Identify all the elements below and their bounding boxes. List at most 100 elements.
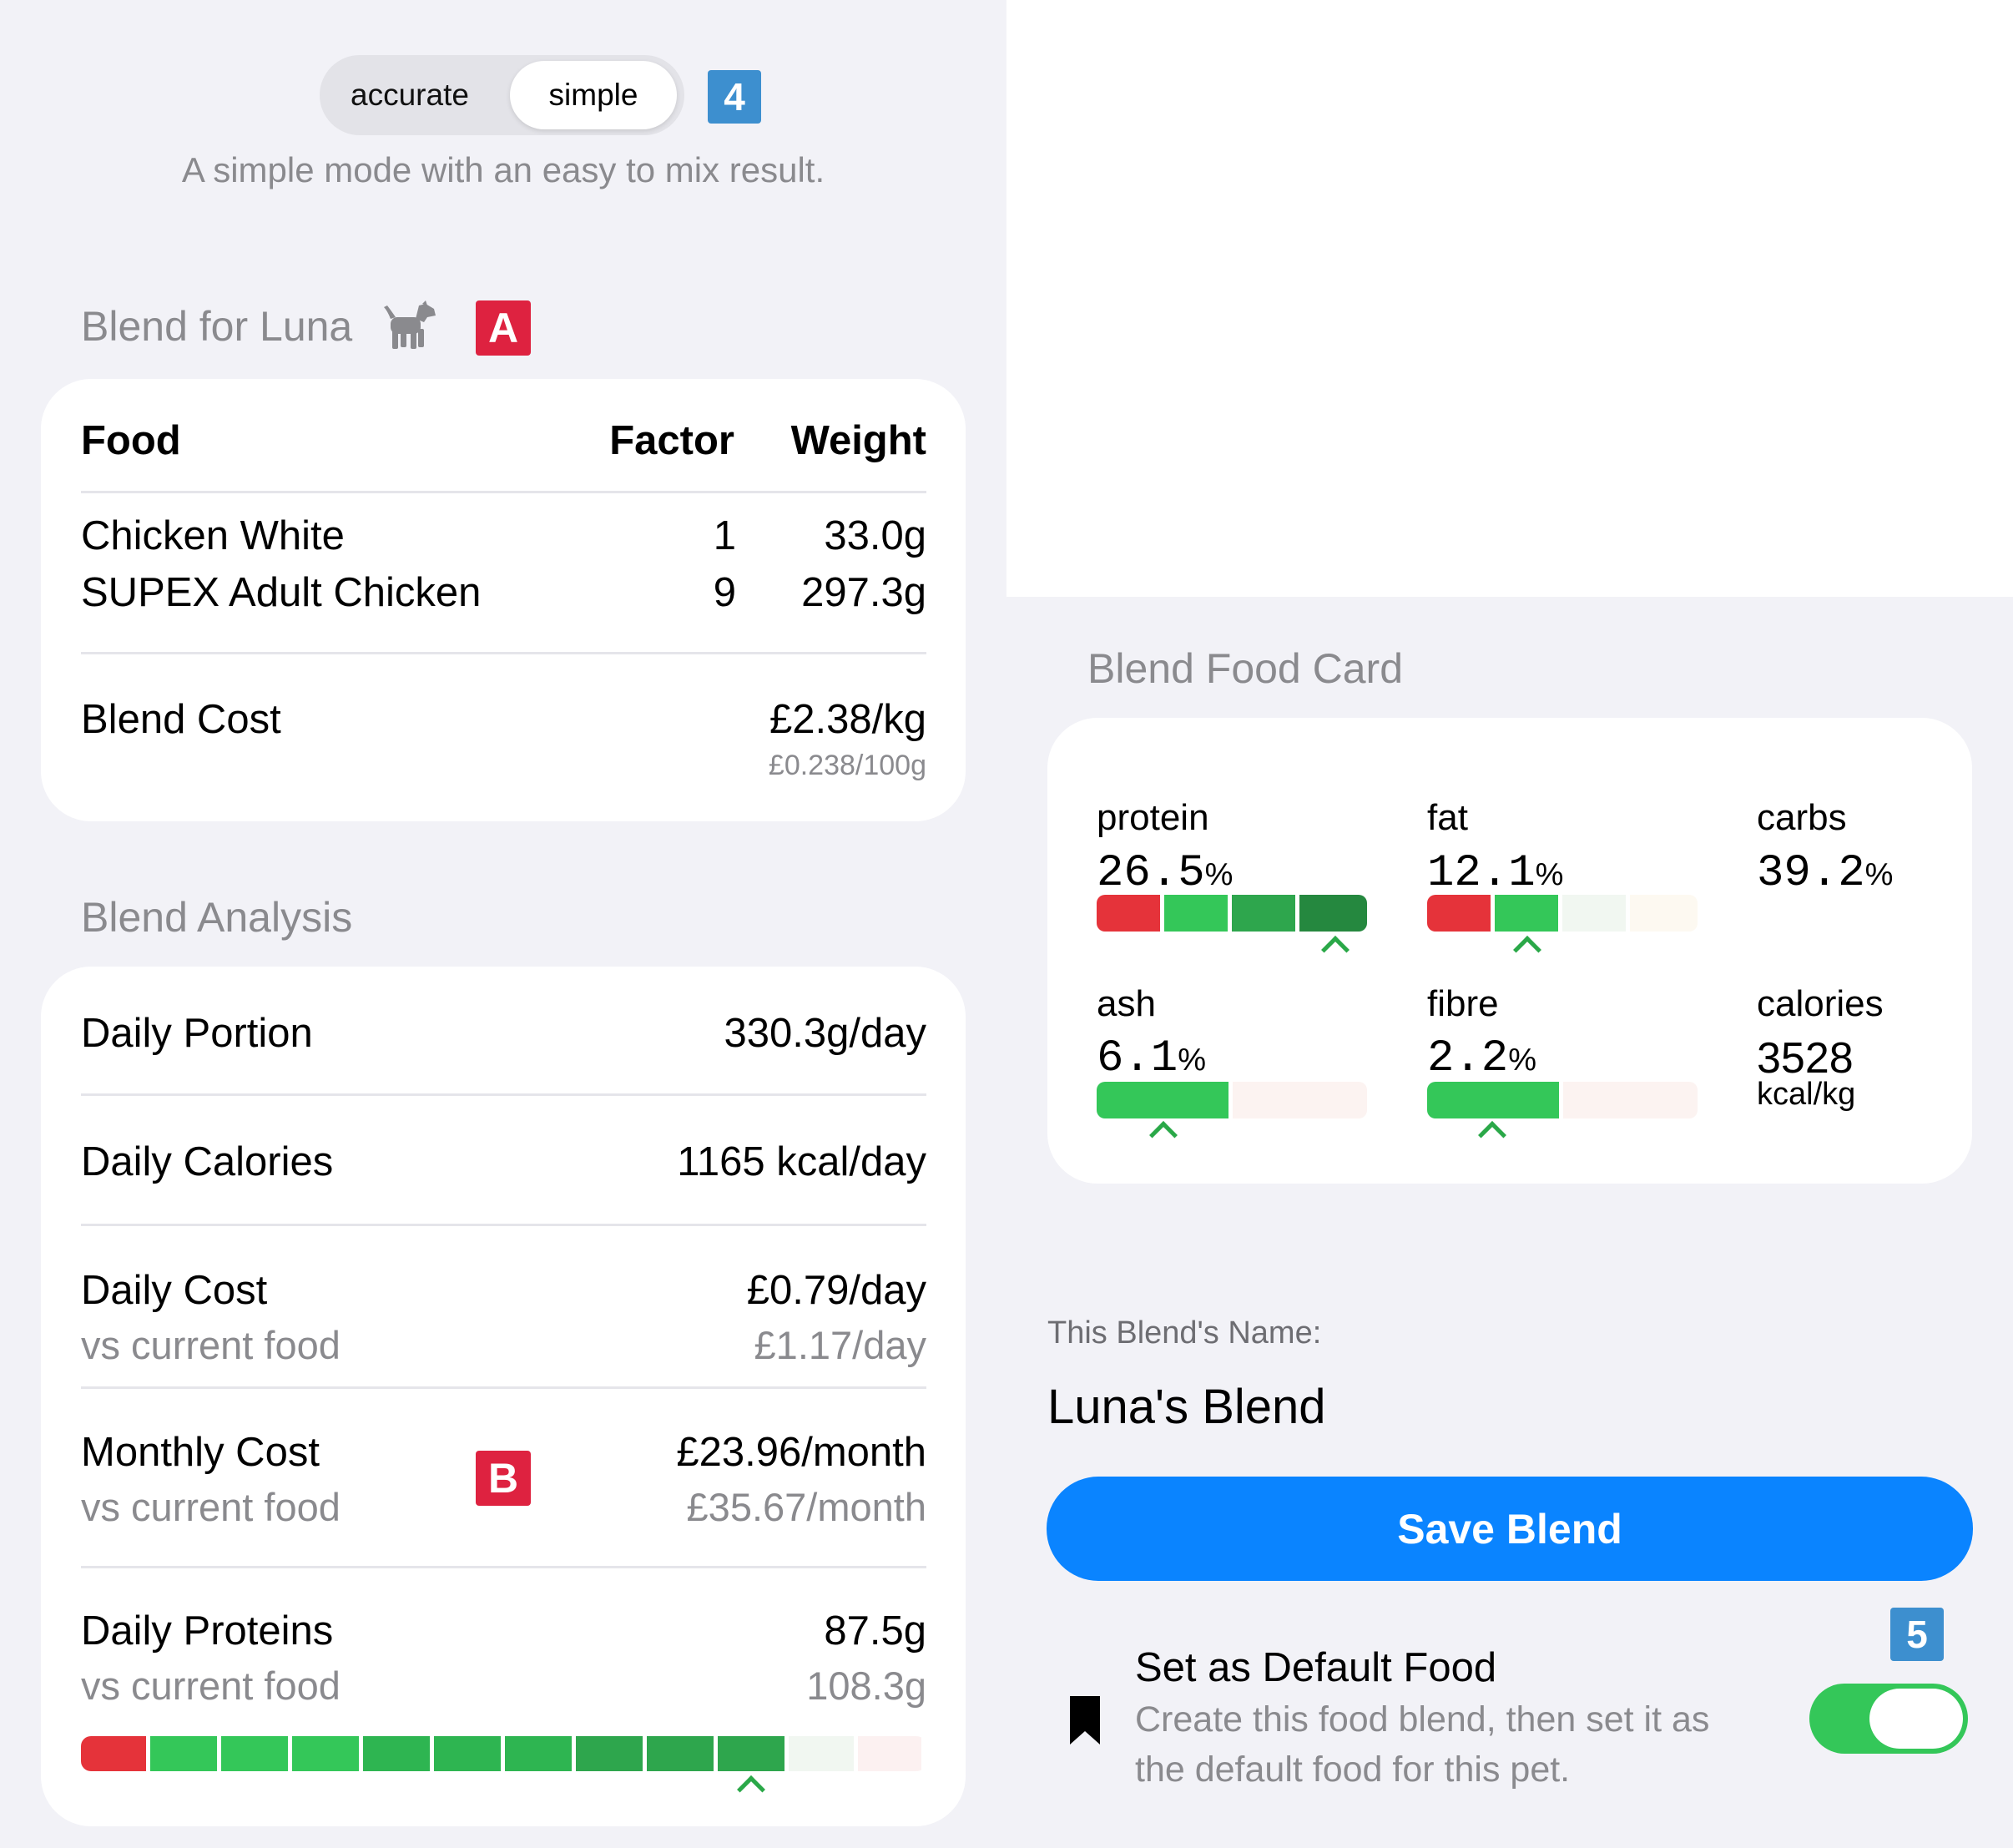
- daily-proteins-value: 87.5g: [824, 1608, 926, 1654]
- range-segment: [150, 1736, 217, 1771]
- step-badge-4: 4: [708, 70, 761, 124]
- default-food-toggle[interactable]: [1809, 1684, 1968, 1754]
- food-card-title: Blend Food Card: [1087, 645, 1404, 692]
- divider: [81, 1224, 926, 1226]
- fibre-unit: %: [1508, 1043, 1537, 1078]
- protein-value: 26.5%: [1097, 848, 1233, 899]
- daily-cost-compare-label: vs current food: [81, 1323, 341, 1367]
- section-badge-a: A: [476, 300, 531, 356]
- daily-calories-value: 1165 kcal/day: [677, 1139, 926, 1184]
- fat-number: 12.1: [1427, 848, 1536, 899]
- blend-name-label: This Blend's Name:: [1047, 1315, 1322, 1351]
- fibre-value: 2.2%: [1427, 1033, 1536, 1084]
- column-header-factor: Factor: [609, 418, 734, 463]
- range-segment-empty: [1562, 895, 1626, 932]
- blend-cost-value: £2.38/kg: [769, 697, 926, 742]
- dog-icon: [382, 300, 437, 352]
- ash-number: 6.1: [1097, 1033, 1178, 1084]
- range-segment: [647, 1736, 714, 1771]
- daily-proteins-current-value: 108.3g: [806, 1664, 926, 1708]
- range-segment-empty: [1233, 1082, 1367, 1118]
- toggle-knob: [1869, 1689, 1963, 1749]
- range-segment-current: [1299, 895, 1367, 932]
- range-segment-current: [718, 1736, 785, 1771]
- mode-option-accurate[interactable]: accurate: [326, 61, 493, 129]
- blend-item-weight: 297.3g: [801, 570, 926, 615]
- fat-value: 12.1%: [1427, 848, 1563, 899]
- step-badge-5: 5: [1890, 1608, 1944, 1661]
- ash-unit: %: [1178, 1043, 1207, 1078]
- bookmark-icon: [1068, 1694, 1102, 1746]
- monthly-cost-value: £23.96/month: [676, 1430, 926, 1475]
- calories-label: calories: [1757, 983, 1884, 1024]
- divider: [81, 1386, 926, 1389]
- blend-item-weight: 33.0g: [824, 513, 926, 558]
- monthly-cost-label: Monthly Cost: [81, 1430, 320, 1475]
- monthly-cost-current-value: £35.67/month: [686, 1485, 926, 1529]
- range-segment: [292, 1736, 359, 1771]
- range-segment: [221, 1736, 288, 1771]
- fat-label: fat: [1427, 797, 1468, 838]
- protein-label: protein: [1097, 797, 1209, 838]
- fibre-number: 2.2: [1427, 1033, 1509, 1084]
- blend-cost-label: Blend Cost: [81, 697, 281, 742]
- range-segment: [434, 1736, 501, 1771]
- mode-option-simple[interactable]: simple: [510, 61, 677, 129]
- carbs-number: 39.2: [1757, 848, 1865, 899]
- range-segment-current: [1427, 1082, 1559, 1118]
- blend-item-food: SUPEX Adult Chicken: [81, 570, 482, 615]
- protein-number: 26.5: [1097, 848, 1205, 899]
- mode-description: A simple mode with an easy to mix result…: [181, 150, 825, 189]
- protein-range-bar: [1097, 895, 1367, 932]
- daily-portion-value: 330.3g/day: [724, 1011, 927, 1056]
- range-segment-current: [1097, 1082, 1228, 1118]
- daily-cost-value: £0.79/day: [746, 1268, 926, 1313]
- blend-cost-per-100g: £0.238/100g: [768, 750, 926, 781]
- range-segment-low: [81, 1736, 146, 1771]
- fat-range-bar: [1427, 895, 1698, 932]
- section-badge-b: B: [476, 1451, 531, 1506]
- divider: [81, 1566, 926, 1568]
- monthly-cost-compare-label: vs current food: [81, 1485, 341, 1529]
- fat-unit: %: [1535, 857, 1564, 892]
- carbs-value: 39.2%: [1757, 848, 1893, 899]
- range-segment-current: [1495, 895, 1558, 932]
- daily-proteins-compare-label: vs current food: [81, 1664, 341, 1708]
- default-food-description-line2: the default food for this pet.: [1135, 1750, 1571, 1790]
- daily-proteins-range-bar: [81, 1736, 926, 1771]
- daily-cost-current-value: £1.17/day: [754, 1323, 926, 1367]
- default-food-title: Set as Default Food: [1135, 1645, 1497, 1690]
- divider: [81, 652, 926, 654]
- range-segment-empty: [1630, 895, 1698, 932]
- range-segment-empty: [1563, 1082, 1698, 1118]
- ash-label: ash: [1097, 983, 1156, 1024]
- ash-range-bar: [1097, 1082, 1367, 1118]
- range-segment-empty: [858, 1736, 921, 1771]
- daily-calories-label: Daily Calories: [81, 1139, 334, 1184]
- range-segment: [1164, 895, 1228, 932]
- range-segment: [576, 1736, 643, 1771]
- daily-cost-label: Daily Cost: [81, 1268, 268, 1313]
- blend-title: Blend for Luna: [81, 303, 353, 350]
- divider: [81, 491, 926, 493]
- range-segment-low: [1427, 895, 1491, 932]
- divider: [81, 1093, 926, 1096]
- mode-segmented-control: accurate simple: [320, 55, 684, 135]
- fibre-label: fibre: [1427, 983, 1499, 1024]
- default-food-description-line1: Create this food blend, then set it as: [1135, 1699, 1710, 1739]
- daily-portion-label: Daily Portion: [81, 1011, 313, 1056]
- carbs-unit: %: [1864, 857, 1894, 892]
- blend-name-field[interactable]: Luna's Blend: [1047, 1379, 1326, 1435]
- ash-value: 6.1%: [1097, 1033, 1206, 1084]
- blend-item-food: Chicken White: [81, 513, 345, 558]
- fibre-range-bar: [1427, 1082, 1698, 1118]
- range-segment: [1232, 895, 1295, 932]
- carbs-label: carbs: [1757, 797, 1847, 838]
- daily-proteins-label: Daily Proteins: [81, 1608, 334, 1654]
- analysis-title: Blend Analysis: [81, 894, 353, 941]
- calories-value: 3528: [1757, 1034, 1854, 1083]
- range-segment: [363, 1736, 430, 1771]
- save-blend-button[interactable]: Save Blend: [1047, 1477, 1973, 1581]
- range-segment-empty: [789, 1736, 854, 1771]
- calories-unit: kcal/kg: [1757, 1077, 1856, 1112]
